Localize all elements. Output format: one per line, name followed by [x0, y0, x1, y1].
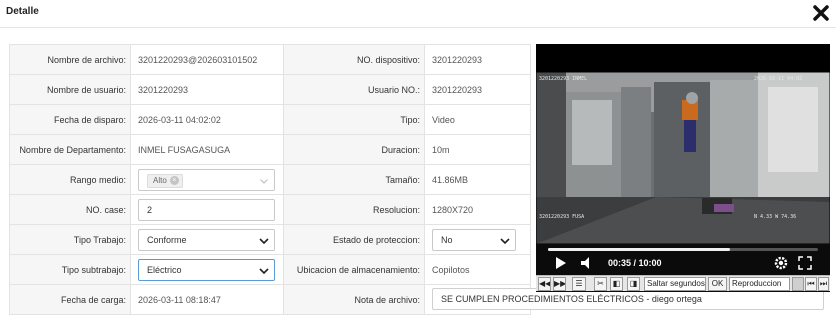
storage-location-value: Copilotos	[424, 254, 531, 285]
settings-gear-icon[interactable]	[774, 256, 788, 270]
range-multiselect[interactable]: Alto ×	[138, 168, 275, 191]
video-player[interactable]: 3201220293 INMEL 2026-03-11 04:02 320122…	[536, 44, 830, 292]
play-icon[interactable]	[556, 257, 566, 269]
size-label: Tamaño:	[283, 164, 425, 195]
file-note-value: SE CUMPLEN PROCEDIMIENTOS ELÉCTRICOS - d…	[441, 294, 702, 304]
duration-value: 10m	[424, 134, 531, 165]
osd-location: N 4.33 W 74.36	[754, 214, 797, 220]
list-icon[interactable]: ☰	[572, 277, 586, 291]
sub-work-type-select[interactable]: Eléctrico	[138, 258, 275, 281]
table-row: Fecha de disparo: 2026-03-11 04:02:02 Ti…	[9, 104, 531, 135]
trigger-date-value: 2026-03-11 04:02:02	[130, 104, 284, 135]
type-value: Video	[424, 104, 531, 135]
skip-start-icon[interactable]: ⏮	[805, 277, 817, 291]
user-no-value: 3201220293	[424, 74, 531, 105]
protection-status-select[interactable]: No	[432, 228, 516, 251]
case-no-label: NO. case:	[9, 194, 131, 225]
player-toolbar: ◀◀ ▶▶ ☰ ✂ ◧ ◨ Saltar segundos OK Reprodu…	[536, 275, 830, 291]
duration-label: Duracion:	[283, 134, 425, 165]
case-no-input[interactable]: 2	[138, 198, 275, 221]
file-name-value: 3201220293@202603101502	[130, 44, 284, 75]
time-display: 00:35 / 10:00	[608, 258, 662, 268]
protection-status-cell: No	[424, 224, 531, 255]
upload-date-value: 2026-03-11 08:18:47	[130, 284, 284, 315]
case-no-cell: 2	[130, 194, 284, 225]
playback-speed-input[interactable]: Reproduccion	[729, 277, 790, 291]
device-no-label: NO. dispositivo:	[283, 44, 425, 75]
skip-end-icon[interactable]: ⏭	[818, 277, 829, 291]
range-cell: Alto ×	[130, 164, 284, 195]
volume-icon[interactable]	[581, 257, 593, 269]
table-row: NO. case: 2 Resolucion: 1280X720	[9, 194, 531, 225]
resolution-label: Resolucion:	[283, 194, 425, 225]
storage-location-label: Ubicacion de almacenamiento:	[283, 254, 425, 285]
sub-work-type-label: Tipo subtrabajo:	[9, 254, 131, 285]
range-tag-label: Alto	[153, 175, 167, 185]
table-row: Nombre de usuario: 3201220293 Usuario NO…	[9, 74, 531, 105]
skip-seconds-input[interactable]: Saltar segundos	[644, 277, 706, 291]
tag-remove-icon[interactable]: ×	[169, 175, 179, 185]
resolution-value: 1280X720	[424, 194, 531, 225]
table-row: Nombre de Departamento: INMEL FUSAGASUGA…	[9, 134, 531, 165]
work-type-value: Conforme	[147, 234, 187, 245]
sub-work-type-cell: Eléctrico	[130, 254, 284, 285]
chevron-down-icon	[259, 267, 269, 274]
fullscreen-icon[interactable]	[798, 256, 812, 270]
dialog-title: Detalle	[6, 6, 39, 17]
upload-date-label: Fecha de carga:	[9, 284, 131, 315]
work-type-select[interactable]: Conforme	[138, 228, 275, 251]
chevron-down-icon	[260, 178, 268, 184]
progress-fill	[548, 248, 731, 251]
table-row: Nombre de archivo: 3201220293@2026031015…	[9, 44, 531, 75]
sub-work-type-value: Eléctrico	[147, 264, 182, 275]
file-name-label: Nombre de archivo:	[9, 44, 131, 75]
work-type-cell: Conforme	[130, 224, 284, 255]
close-icon[interactable]	[812, 4, 830, 22]
video-frame: 3201220293 INMEL 2026-03-11 04:02 320122…	[536, 72, 830, 244]
frame-back-icon[interactable]: ◧	[610, 277, 623, 291]
frame-forward-icon[interactable]: ◨	[627, 277, 640, 291]
user-name-label: Nombre de usuario:	[9, 74, 131, 105]
osd-timestamp: 2026-03-11 04:02	[754, 76, 803, 82]
file-note-cell: SE CUMPLEN PROCEDIMIENTOS ELÉCTRICOS - d…	[424, 284, 824, 315]
osd-device-id: 3201220293 INMEL	[539, 76, 588, 82]
range-label: Rango medio:	[9, 164, 131, 195]
fast-forward-icon[interactable]: ▶▶	[553, 277, 566, 291]
osd-user-id: 3201220293 FUSA	[539, 214, 585, 220]
trigger-date-label: Fecha de disparo:	[9, 104, 131, 135]
type-label: Tipo:	[283, 104, 425, 135]
department-value: INMEL FUSAGASUGA	[130, 134, 284, 165]
protection-status-label: Estado de proteccion:	[283, 224, 425, 255]
table-row: Tipo Trabajo: Conforme Estado de protecc…	[9, 224, 531, 255]
detail-table: Nombre de archivo: 3201220293@2026031015…	[9, 44, 824, 315]
work-type-label: Tipo Trabajo:	[9, 224, 131, 255]
department-label: Nombre de Departamento:	[9, 134, 131, 165]
range-tag: Alto ×	[147, 173, 183, 188]
chevron-down-icon	[500, 237, 510, 244]
chevron-down-icon	[259, 237, 269, 244]
case-no-value: 2	[147, 204, 153, 215]
protection-status-value: No	[441, 234, 453, 245]
ok-button[interactable]: OK	[708, 277, 727, 291]
table-row: Tipo subtrabajo: Eléctrico Ubicacion de …	[9, 254, 531, 285]
toolbar-spacer-button[interactable]	[792, 277, 804, 291]
file-note-label: Nota de archivo:	[283, 284, 425, 315]
table-row: Rango medio: Alto × Tamaño: 41.86MB	[9, 164, 531, 195]
dialog-header: Detalle	[0, 0, 836, 28]
user-no-label: Usuario NO.:	[283, 74, 425, 105]
progress-bar[interactable]	[548, 248, 818, 251]
device-no-value: 3201220293	[424, 44, 531, 75]
rewind-icon[interactable]: ◀◀	[538, 277, 551, 291]
scissors-icon[interactable]: ✂	[594, 277, 607, 291]
size-value: 41.86MB	[424, 164, 531, 195]
table-row: Fecha de carga: 2026-03-11 08:18:47 Nota…	[9, 284, 824, 315]
user-name-value: 3201220293	[130, 74, 284, 105]
